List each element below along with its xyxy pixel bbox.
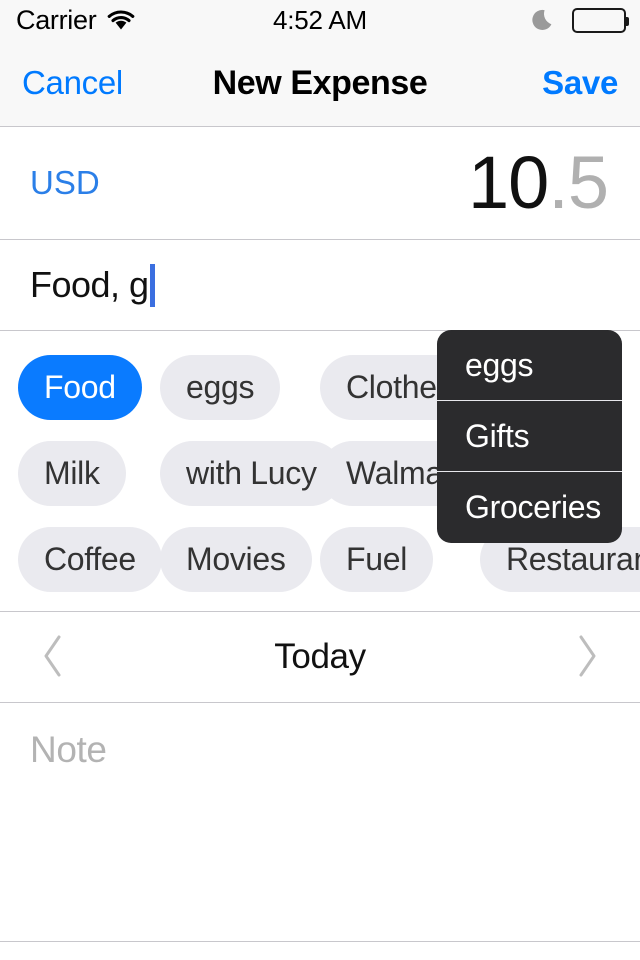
amount-decimal-part: .5 [548, 141, 609, 224]
battery-icon [572, 7, 629, 33]
new-expense-screen: Carrier 4:52 AM Cancel New Expense Save … [0, 0, 640, 960]
tag-pill-with-lucy[interactable]: with Lucy [160, 441, 343, 506]
tag-pill-coffee[interactable]: Coffee [18, 527, 162, 592]
navigation-bar: Cancel New Expense Save [0, 40, 640, 127]
note-placeholder: Note [30, 729, 107, 770]
tag-pill-eggs[interactable]: eggs [160, 355, 281, 420]
autocomplete-dropdown: eggs Gifts Groceries [437, 330, 622, 543]
autocomplete-item-groceries[interactable]: Groceries [437, 472, 622, 543]
chevron-right-icon [574, 633, 600, 682]
moon-icon [532, 7, 558, 33]
date-row: Today [0, 612, 640, 703]
amount-row: USD 10.5 [0, 127, 640, 240]
tag-pill-fuel[interactable]: Fuel [320, 527, 434, 592]
save-button[interactable]: Save [542, 40, 618, 126]
amount-field[interactable]: 10.5 [467, 127, 609, 239]
currency-selector-button[interactable]: USD [30, 127, 100, 239]
tag-pill-food[interactable]: Food [18, 355, 142, 420]
autocomplete-item-gifts[interactable]: Gifts [437, 401, 622, 472]
status-bar-right [532, 0, 629, 40]
autocomplete-item-eggs[interactable]: eggs [437, 330, 622, 401]
battery-cap [626, 16, 629, 26]
note-input[interactable]: Note [0, 703, 640, 942]
title-row: Food, g [0, 240, 640, 331]
text-caret [149, 263, 155, 307]
tag-pill-milk[interactable]: Milk [18, 441, 126, 506]
title-input-value: Food, g [30, 264, 149, 305]
amount-integer-part: 10 [467, 141, 549, 224]
status-bar: Carrier 4:52 AM [0, 0, 640, 40]
date-label: Today [274, 637, 366, 676]
date-next-button[interactable] [552, 612, 622, 702]
title-input[interactable]: Food, g [30, 240, 155, 330]
clock-label: 4:52 AM [273, 4, 367, 35]
tag-pill-movies[interactable]: Movies [160, 527, 312, 592]
bottom-spacer [0, 943, 640, 960]
